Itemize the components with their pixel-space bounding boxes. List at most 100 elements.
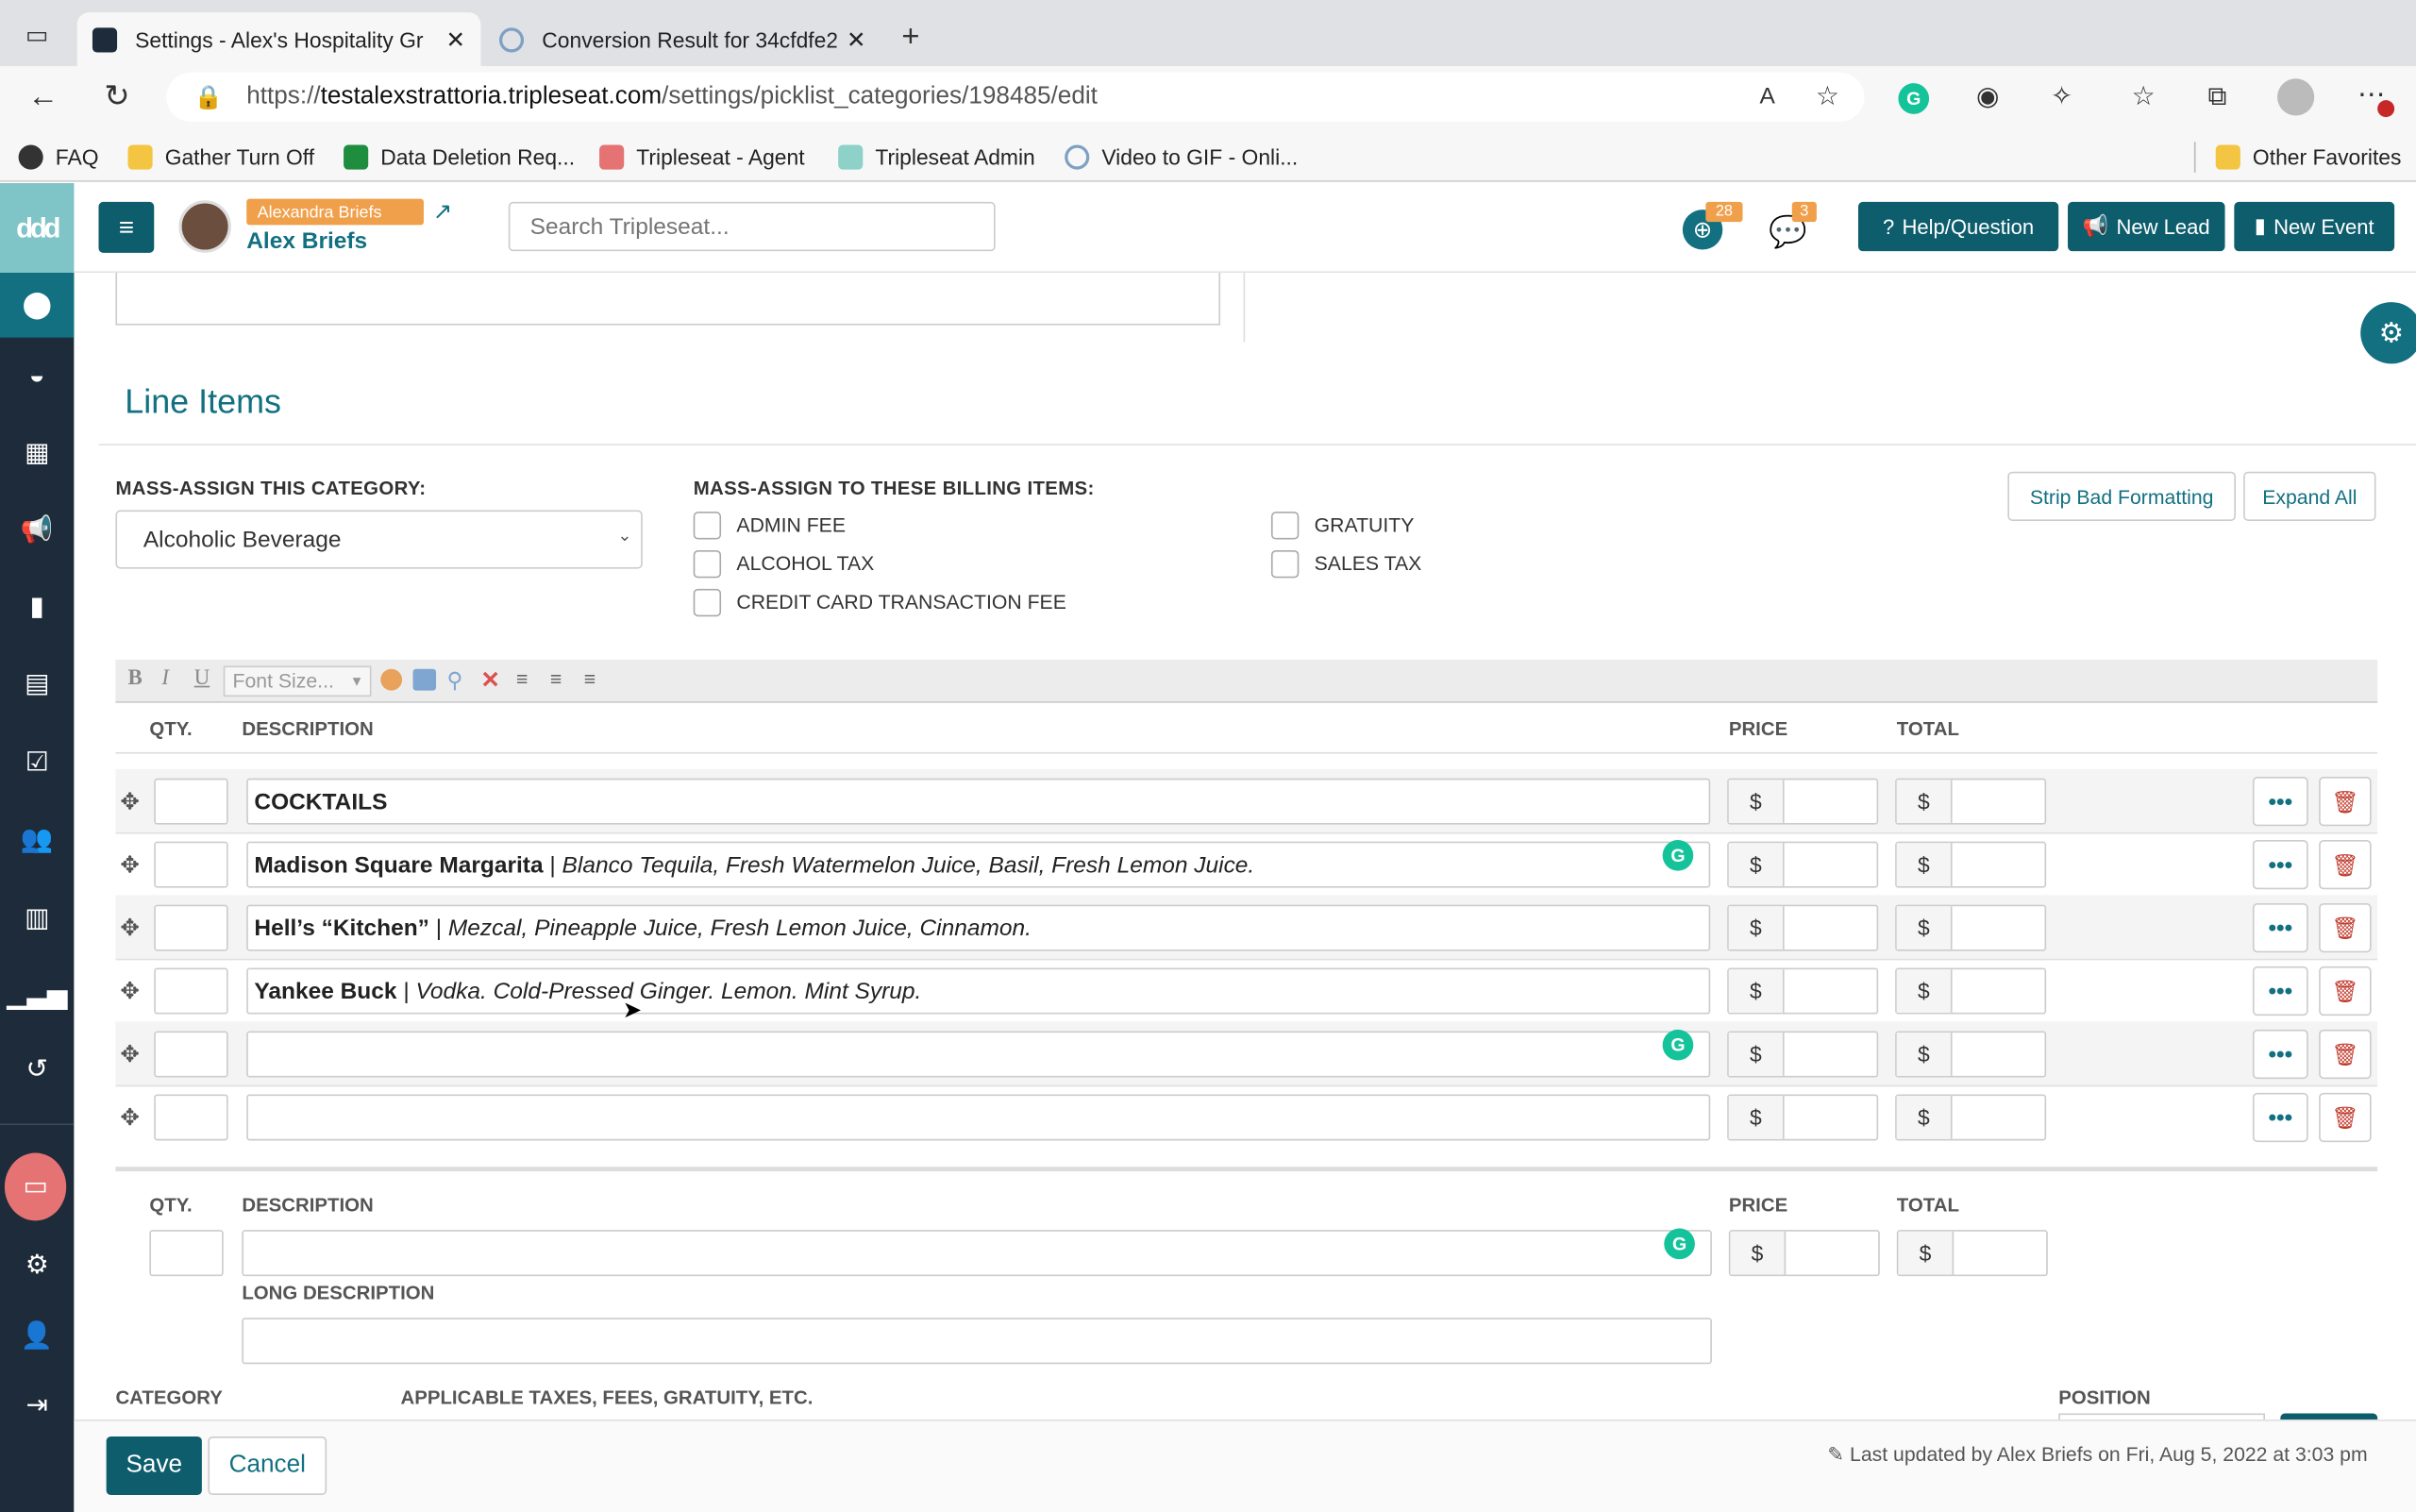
price-input[interactable]: $ bbox=[1727, 904, 1879, 951]
strip-formatting-button[interactable]: Strip Bad Formatting bbox=[2007, 471, 2236, 521]
back-icon[interactable]: ← bbox=[23, 77, 62, 117]
lock-icon[interactable]: 🔒 bbox=[194, 83, 224, 111]
url-field[interactable]: https://testalexstrattoria.tripleseat.co… bbox=[166, 72, 1865, 123]
total-input[interactable]: $ bbox=[1895, 967, 2047, 1015]
new-lead-button[interactable]: 📢 New Lead bbox=[2068, 201, 2225, 252]
save-button[interactable]: Save bbox=[106, 1436, 202, 1496]
description-input[interactable]: Yankee Buck | Vodka. Cold-Pressed Ginger… bbox=[246, 967, 1711, 1015]
tab-settings[interactable]: Settings - Alex's Hospitality Gr ✕ bbox=[76, 12, 481, 67]
bold-icon[interactable]: B bbox=[128, 667, 143, 692]
more-options-button[interactable]: ••• bbox=[2252, 777, 2308, 827]
search-input[interactable] bbox=[508, 201, 996, 252]
insert-image-icon[interactable] bbox=[412, 668, 437, 691]
tasks-icon[interactable]: ☑ bbox=[0, 726, 74, 799]
description-input[interactable]: COCKTAILS bbox=[246, 778, 1711, 825]
store-icon[interactable]: ▭ bbox=[4, 1152, 67, 1221]
italic-icon[interactable]: I bbox=[161, 667, 169, 692]
qty-input[interactable] bbox=[154, 841, 228, 888]
favorites-icon[interactable]: ☆ bbox=[2123, 77, 2163, 117]
grammarly-icon[interactable]: G bbox=[1664, 1228, 1695, 1260]
more-options-button[interactable]: ••• bbox=[2252, 840, 2308, 890]
qty-input[interactable] bbox=[154, 967, 228, 1015]
drag-handle-icon[interactable]: ✥ bbox=[120, 977, 140, 1005]
history-icon[interactable]: ↺ bbox=[0, 1033, 74, 1106]
new-total-input[interactable]: $ bbox=[1896, 1230, 2048, 1277]
hamburger-menu-icon[interactable]: ≡ bbox=[98, 201, 155, 253]
dashboard-icon[interactable]: ◒ bbox=[0, 339, 74, 412]
new-price-input[interactable]: $ bbox=[1728, 1230, 1880, 1277]
bookmark-gather-turn-off[interactable]: Gather Turn Off bbox=[127, 142, 314, 173]
help-question-button[interactable]: ? Help/Question bbox=[1857, 201, 2059, 252]
avatar[interactable] bbox=[178, 200, 231, 253]
profile-avatar-icon[interactable] bbox=[2277, 78, 2315, 116]
remove-format-icon[interactable]: ✕ bbox=[480, 665, 500, 694]
price-input[interactable]: $ bbox=[1727, 1031, 1879, 1078]
qty-input[interactable] bbox=[154, 1031, 228, 1078]
qty-input[interactable] bbox=[154, 904, 228, 951]
font-size-select[interactable]: Font Size... ▼ bbox=[223, 665, 372, 697]
drag-handle-icon[interactable]: ✥ bbox=[120, 914, 140, 942]
long-description-input[interactable] bbox=[242, 1318, 1712, 1365]
qty-input[interactable] bbox=[154, 1094, 228, 1141]
settings-gear-icon[interactable]: ⚙ bbox=[0, 1229, 74, 1302]
price-input[interactable]: $ bbox=[1727, 967, 1879, 1015]
total-input[interactable]: $ bbox=[1895, 841, 2047, 888]
alcohol-tax-checkbox[interactable] bbox=[693, 549, 722, 579]
tab-actions-icon[interactable]: ▭ bbox=[17, 17, 57, 57]
cancel-button[interactable]: Cancel bbox=[208, 1436, 327, 1496]
more-options-button[interactable]: ••• bbox=[2252, 1029, 2308, 1080]
delete-trash-icon[interactable]: 🗑 bbox=[2319, 902, 2372, 953]
bookmark-other-favorites[interactable]: Other Favorites bbox=[2215, 142, 2401, 173]
description-input[interactable]: Hell’s “Kitchen” | Mezcal, Pineapple Jui… bbox=[246, 904, 1711, 951]
description-input[interactable] bbox=[246, 1094, 1711, 1141]
extensions-icon[interactable]: ✧ bbox=[2041, 77, 2081, 117]
grammarly-icon[interactable]: G bbox=[1662, 840, 1694, 871]
user-profile-icon[interactable]: 👤 bbox=[0, 1300, 74, 1373]
locations-icon[interactable]: ⬤ bbox=[0, 273, 75, 338]
description-input[interactable] bbox=[246, 1031, 1711, 1078]
user-name-link[interactable]: Alex Briefs bbox=[246, 228, 367, 255]
settings-fab-gear-icon[interactable]: ⚙ bbox=[2360, 302, 2416, 364]
align-left-icon[interactable]: ≡ bbox=[516, 667, 528, 690]
description-input[interactable]: Madison Square Margarita | Blanco Tequil… bbox=[246, 841, 1711, 888]
admin-fee-checkbox[interactable] bbox=[693, 512, 722, 540]
total-input[interactable]: $ bbox=[1895, 778, 2047, 825]
new-event-button[interactable]: ▮ New Event bbox=[2234, 201, 2395, 252]
password-extension-icon[interactable]: ◉ bbox=[1968, 77, 2007, 117]
underline-icon[interactable]: U bbox=[194, 667, 210, 692]
documents-icon[interactable]: ▤ bbox=[0, 647, 74, 721]
delete-trash-icon[interactable]: 🗑 bbox=[2319, 840, 2372, 890]
more-options-button[interactable]: ••• bbox=[2252, 1092, 2308, 1143]
read-aloud-icon[interactable]: A bbox=[1747, 77, 1787, 117]
accounts-building-icon[interactable]: ▥ bbox=[0, 882, 74, 955]
calendar-icon[interactable]: ▦ bbox=[0, 416, 74, 490]
bookmark-tripleseat-admin[interactable]: Tripleseat Admin bbox=[838, 142, 1035, 173]
sales-tax-checkbox[interactable] bbox=[1270, 549, 1300, 579]
leads-megaphone-icon[interactable]: 📢 bbox=[0, 494, 74, 567]
price-input[interactable]: $ bbox=[1727, 1094, 1879, 1141]
close-tab-icon[interactable]: ✕ bbox=[446, 25, 466, 54]
bookmark-faq[interactable]: FAQ bbox=[18, 142, 99, 173]
new-tab-icon[interactable]: + bbox=[891, 17, 931, 57]
align-center-icon[interactable]: ≡ bbox=[550, 667, 562, 690]
bookmark-data-deletion[interactable]: Data Deletion Req... bbox=[344, 142, 575, 173]
reload-icon[interactable]: ↻ bbox=[97, 77, 137, 117]
new-description-input[interactable] bbox=[242, 1230, 1712, 1277]
drag-handle-icon[interactable]: ✥ bbox=[120, 1103, 140, 1132]
add-favorite-icon[interactable]: ☆ bbox=[1807, 77, 1847, 117]
delete-trash-icon[interactable]: 🗑 bbox=[2319, 1029, 2372, 1080]
sign-out-icon[interactable]: ⇥ bbox=[0, 1369, 74, 1442]
external-link-icon[interactable]: ↗ bbox=[433, 197, 453, 226]
total-input[interactable]: $ bbox=[1895, 1031, 2047, 1078]
more-options-button[interactable]: ••• bbox=[2252, 902, 2308, 953]
link-icon[interactable]: ⚲ bbox=[446, 667, 462, 694]
drag-handle-icon[interactable]: ✥ bbox=[120, 850, 140, 879]
notes-textarea[interactable] bbox=[115, 273, 1221, 326]
delete-trash-icon[interactable]: 🗑 bbox=[2319, 777, 2372, 827]
collections-icon[interactable]: ⧉ bbox=[2197, 77, 2237, 117]
total-input[interactable]: $ bbox=[1895, 1094, 2047, 1141]
expand-all-button[interactable]: Expand All bbox=[2243, 471, 2376, 521]
qty-input[interactable] bbox=[154, 778, 228, 825]
grammarly-extension-icon[interactable]: G bbox=[1898, 83, 1930, 114]
delete-trash-icon[interactable]: 🗑 bbox=[2319, 1092, 2372, 1143]
